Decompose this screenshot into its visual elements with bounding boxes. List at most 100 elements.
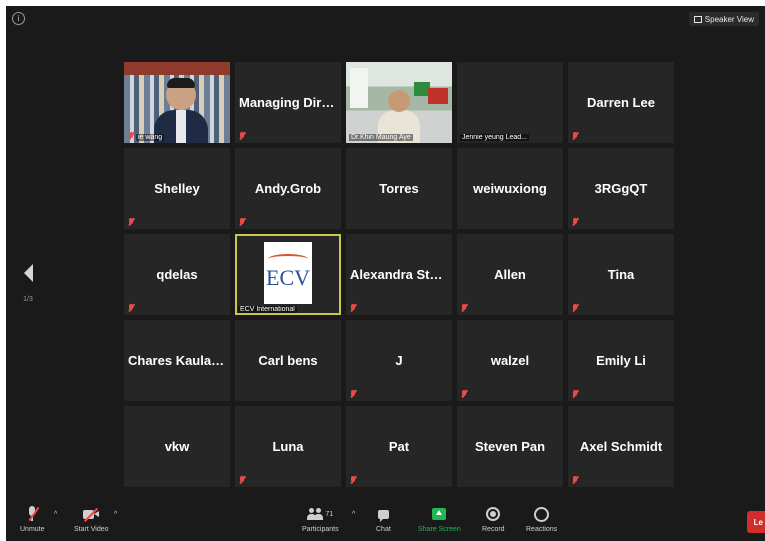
participants-label: Participants: [302, 526, 339, 533]
muted-microphone-icon: [572, 132, 578, 140]
start-video-label: Start Video: [74, 526, 109, 533]
participant-tile[interactable]: ECV ECV International: [235, 234, 341, 315]
participant-name: 3RGgQT: [594, 181, 648, 196]
participant-tile[interactable]: Emily Li: [568, 320, 674, 401]
record-button[interactable]: Record: [482, 505, 505, 533]
muted-microphone-icon: [350, 476, 356, 484]
participant-tile[interactable]: Tina: [568, 234, 674, 315]
participant-name: Chares Kauland: [128, 353, 227, 368]
participant-name: qdelas: [156, 267, 198, 282]
participant-tile[interactable]: Andy.Grob: [235, 148, 341, 229]
grid-icon: [693, 15, 702, 23]
muted-microphone-icon: [572, 218, 578, 226]
participant-name: Darren Lee: [587, 95, 655, 110]
audio-options-chevron-up-icon[interactable]: ^: [54, 511, 57, 518]
participant-name: Steven Pan: [474, 439, 546, 454]
start-video-button[interactable]: Start Video: [74, 505, 109, 533]
record-icon: [486, 507, 501, 521]
participant-tile[interactable]: Chares Kauland: [124, 320, 230, 401]
participant-name: Allen: [494, 267, 526, 282]
participant-tile[interactable]: Torres: [346, 148, 452, 229]
gallery-grid: ie wang Managing Direc... Dr.Khin Maung Ay…: [124, 62, 674, 487]
muted-microphone-icon: [572, 390, 578, 398]
participant-tile[interactable]: weiwuxiong: [457, 148, 563, 229]
participant-tile[interactable]: Managing Direc...: [235, 62, 341, 143]
muted-microphone-icon: [461, 390, 467, 398]
share-screen-icon: [432, 508, 447, 520]
participant-tile[interactable]: Alexandra Stath...: [346, 234, 452, 315]
reactions-button[interactable]: Reactions: [526, 505, 557, 533]
muted-microphone-icon: [128, 132, 134, 140]
muted-microphone-icon: [350, 304, 356, 312]
participant-name: walzel: [490, 353, 530, 368]
participant-name: Carl bens: [258, 353, 318, 368]
unmute-button[interactable]: Unmute: [20, 505, 45, 533]
muted-microphone-icon: [128, 304, 134, 312]
reactions-label: Reactions: [526, 526, 558, 533]
participant-video: [346, 62, 452, 143]
chat-button[interactable]: Chat: [376, 505, 391, 533]
participant-tile[interactable]: Darren Lee: [568, 62, 674, 143]
participant-tile[interactable]: Carl bens: [235, 320, 341, 401]
participant-name: Emily Li: [596, 353, 646, 368]
participant-tile[interactable]: Allen: [457, 234, 563, 315]
page-navigation: 1/3: [20, 264, 36, 303]
ecv-logo: ECV: [264, 241, 312, 304]
muted-microphone-icon: [350, 390, 356, 398]
info-icon[interactable]: i: [12, 12, 25, 25]
participant-video: [124, 62, 230, 143]
participant-count: 71: [325, 510, 334, 518]
participant-name: Torres: [379, 181, 419, 196]
participants-button[interactable]: 71 Participants: [302, 505, 339, 533]
speaker-view-button[interactable]: Speaker View: [688, 12, 759, 26]
participant-name: Andy.Grob: [254, 181, 322, 196]
leave-button[interactable]: Le: [747, 511, 765, 533]
participant-tile[interactable]: Luna: [235, 406, 341, 487]
participant-name: J: [395, 353, 403, 368]
share-screen-label: Share Screen: [418, 526, 461, 533]
microphone-muted-icon: [26, 506, 40, 522]
participant-tile[interactable]: qdelas: [124, 234, 230, 315]
muted-microphone-icon: [572, 304, 578, 312]
smiley-reaction-icon: [534, 506, 550, 522]
participant-tile[interactable]: 3RGgQT: [568, 148, 674, 229]
participant-tile[interactable]: ie wang: [124, 62, 230, 143]
participant-tile[interactable]: Steven Pan: [457, 406, 563, 487]
share-screen-button[interactable]: Share Screen: [418, 505, 461, 533]
video-camera-off-icon: [83, 507, 100, 523]
record-label: Record: [482, 526, 505, 533]
participants-icon: [307, 508, 324, 520]
participant-name: Managing Direc...: [239, 95, 341, 110]
participant-name: vkw: [164, 439, 190, 454]
participant-name: Pat: [388, 439, 410, 454]
chat-icon: [377, 509, 389, 522]
page-indicator: 1/3: [23, 296, 33, 303]
participant-tile[interactable]: Axel Schmidt: [568, 406, 674, 487]
participant-tile[interactable]: Dr.Khin Maung Aye: [346, 62, 452, 143]
participant-tile[interactable]: Pat: [346, 406, 452, 487]
participant-name: Axel Schmidt: [579, 439, 663, 454]
chat-label: Chat: [376, 526, 391, 533]
participant-name: Alexandra Stath...: [350, 267, 452, 282]
meeting-toolbar: Unmute ^ Start Video ^ 71 Participants ^…: [6, 501, 765, 541]
speaker-view-label: Speaker View: [704, 14, 754, 24]
leave-label: Le: [753, 517, 763, 527]
participant-tile[interactable]: vkw: [124, 406, 230, 487]
participant-name: Tina: [607, 267, 635, 282]
participant-tile[interactable]: walzel: [457, 320, 563, 401]
muted-microphone-icon: [239, 476, 245, 484]
ecv-logo-text: ECV: [266, 265, 310, 290]
muted-microphone-icon: [128, 218, 134, 226]
video-options-chevron-up-icon[interactable]: ^: [114, 511, 117, 518]
participant-tile[interactable]: Jennie yeung Lead...: [457, 62, 563, 143]
unmute-label: Unmute: [20, 526, 45, 533]
participant-tile[interactable]: Shelley: [124, 148, 230, 229]
participants-options-chevron-up-icon[interactable]: ^: [352, 511, 355, 518]
previous-page-icon[interactable]: [23, 264, 33, 282]
participant-caption: ECV International: [238, 306, 297, 313]
muted-microphone-icon: [572, 476, 578, 484]
participant-caption: Jennie yeung Lead...: [460, 134, 529, 141]
muted-microphone-icon: [461, 304, 467, 312]
participant-name: weiwuxiong: [473, 181, 547, 196]
participant-tile[interactable]: J: [346, 320, 452, 401]
